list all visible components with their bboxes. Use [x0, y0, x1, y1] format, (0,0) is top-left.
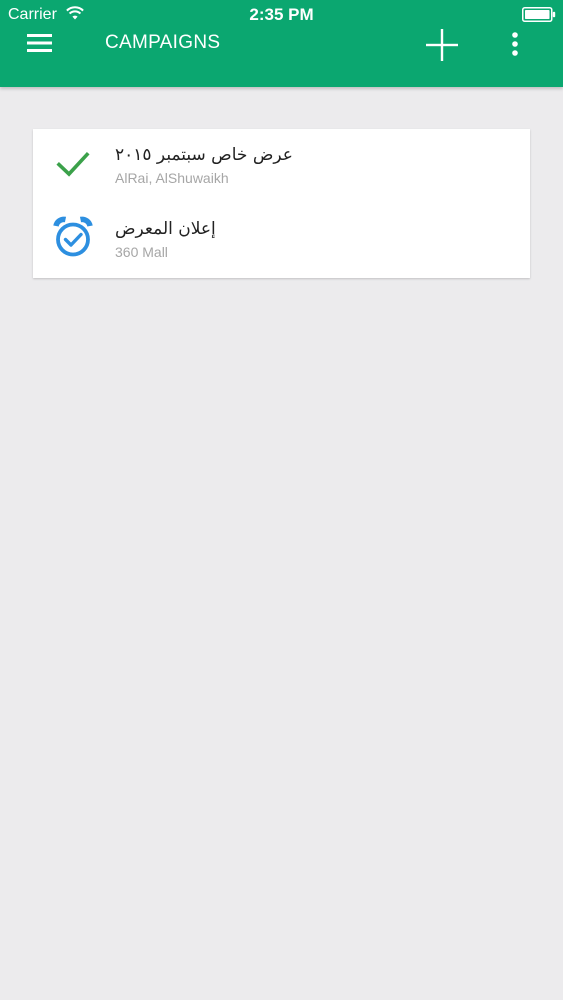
- status-bar: Carrier 2:35 PM: [0, 0, 563, 30]
- status-time: 2:35 PM: [249, 5, 314, 24]
- campaign-list-item[interactable]: إعلان المعرض 360 Mall: [33, 203, 530, 277]
- campaign-title: عرض خاص سبتمبر ٢٠١٥: [115, 145, 293, 165]
- campaign-location: 360 Mall: [115, 244, 168, 260]
- campaign-title: إعلان المعرض: [115, 219, 216, 239]
- hamburger-menu-icon[interactable]: [24, 30, 56, 56]
- campaign-list-card: عرض خاص سبتمبر ٢٠١٥ AlRai, AlShuwaikh إع…: [33, 129, 530, 278]
- battery-icon: [522, 7, 556, 22]
- plus-icon[interactable]: [424, 27, 460, 63]
- campaign-location: AlRai, AlShuwaikh: [115, 170, 229, 186]
- vertical-dots-icon[interactable]: [503, 30, 527, 60]
- page-title: CAMPAIGNS: [105, 32, 221, 53]
- check-icon: [56, 151, 90, 177]
- alarm-clock-check-icon: [53, 216, 93, 257]
- campaign-list-item[interactable]: عرض خاص سبتمبر ٢٠١٥ AlRai, AlShuwaikh: [33, 129, 530, 203]
- app-header: Carrier 2:35 PM CAMPAIGNS: [0, 0, 563, 87]
